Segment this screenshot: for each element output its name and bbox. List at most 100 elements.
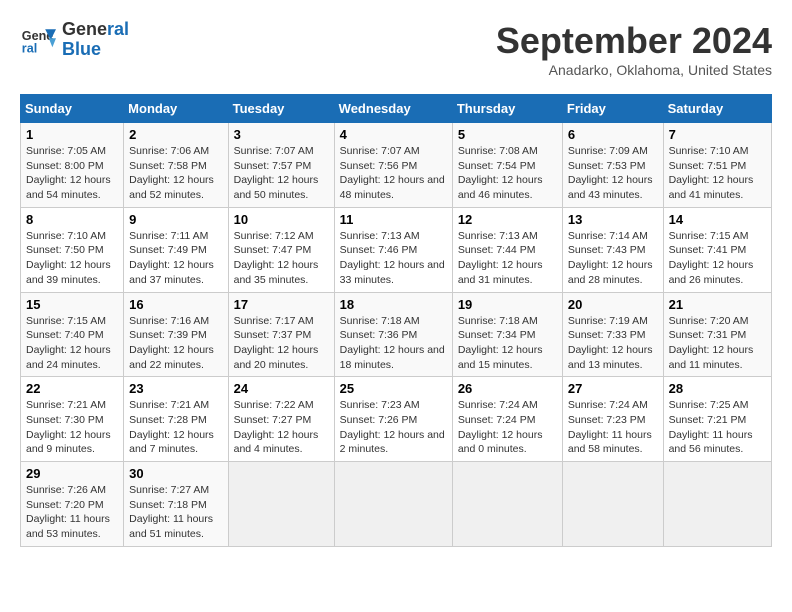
- calendar-week-row: 15 Sunrise: 7:15 AM Sunset: 7:40 PM Dayl…: [21, 292, 772, 377]
- day-number: 22: [26, 381, 118, 396]
- day-info: Sunrise: 7:18 AM Sunset: 7:36 PM Dayligh…: [340, 314, 447, 373]
- day-info: Sunrise: 7:22 AM Sunset: 7:27 PM Dayligh…: [234, 398, 329, 457]
- calendar-week-row: 8 Sunrise: 7:10 AM Sunset: 7:50 PM Dayli…: [21, 207, 772, 292]
- day-cell-18: 18 Sunrise: 7:18 AM Sunset: 7:36 PM Dayl…: [334, 292, 452, 377]
- day-cell-19: 19 Sunrise: 7:18 AM Sunset: 7:34 PM Dayl…: [452, 292, 562, 377]
- day-number: 17: [234, 297, 329, 312]
- day-number: 9: [129, 212, 222, 227]
- empty-cell: [562, 462, 663, 547]
- day-cell-24: 24 Sunrise: 7:22 AM Sunset: 7:27 PM Dayl…: [228, 377, 334, 462]
- day-info: Sunrise: 7:13 AM Sunset: 7:44 PM Dayligh…: [458, 229, 557, 288]
- day-number: 25: [340, 381, 447, 396]
- day-cell-8: 8 Sunrise: 7:10 AM Sunset: 7:50 PM Dayli…: [21, 207, 124, 292]
- day-cell-22: 22 Sunrise: 7:21 AM Sunset: 7:30 PM Dayl…: [21, 377, 124, 462]
- day-cell-1: 1 Sunrise: 7:05 AM Sunset: 8:00 PM Dayli…: [21, 123, 124, 208]
- day-number: 28: [669, 381, 766, 396]
- day-cell-17: 17 Sunrise: 7:17 AM Sunset: 7:37 PM Dayl…: [228, 292, 334, 377]
- day-info: Sunrise: 7:25 AM Sunset: 7:21 PM Dayligh…: [669, 398, 766, 457]
- col-friday: Friday: [562, 95, 663, 123]
- empty-cell: [334, 462, 452, 547]
- day-number: 23: [129, 381, 222, 396]
- page-header: Gene ral GeneralBlue September 2024 Anad…: [20, 20, 772, 78]
- day-number: 29: [26, 466, 118, 481]
- day-number: 3: [234, 127, 329, 142]
- day-number: 30: [129, 466, 222, 481]
- day-cell-29: 29 Sunrise: 7:26 AM Sunset: 7:20 PM Dayl…: [21, 462, 124, 547]
- day-cell-13: 13 Sunrise: 7:14 AM Sunset: 7:43 PM Dayl…: [562, 207, 663, 292]
- location-subtitle: Anadarko, Oklahoma, United States: [496, 62, 772, 78]
- day-number: 12: [458, 212, 557, 227]
- day-number: 27: [568, 381, 658, 396]
- day-cell-9: 9 Sunrise: 7:11 AM Sunset: 7:49 PM Dayli…: [124, 207, 228, 292]
- day-number: 21: [669, 297, 766, 312]
- col-monday: Monday: [124, 95, 228, 123]
- day-number: 7: [669, 127, 766, 142]
- day-info: Sunrise: 7:07 AM Sunset: 7:57 PM Dayligh…: [234, 144, 329, 203]
- day-info: Sunrise: 7:05 AM Sunset: 8:00 PM Dayligh…: [26, 144, 118, 203]
- day-cell-15: 15 Sunrise: 7:15 AM Sunset: 7:40 PM Dayl…: [21, 292, 124, 377]
- day-number: 13: [568, 212, 658, 227]
- month-title: September 2024: [496, 20, 772, 62]
- day-info: Sunrise: 7:27 AM Sunset: 7:18 PM Dayligh…: [129, 483, 222, 542]
- day-cell-12: 12 Sunrise: 7:13 AM Sunset: 7:44 PM Dayl…: [452, 207, 562, 292]
- day-info: Sunrise: 7:15 AM Sunset: 7:40 PM Dayligh…: [26, 314, 118, 373]
- day-cell-7: 7 Sunrise: 7:10 AM Sunset: 7:51 PM Dayli…: [663, 123, 771, 208]
- day-info: Sunrise: 7:06 AM Sunset: 7:58 PM Dayligh…: [129, 144, 222, 203]
- day-cell-28: 28 Sunrise: 7:25 AM Sunset: 7:21 PM Dayl…: [663, 377, 771, 462]
- day-number: 14: [669, 212, 766, 227]
- day-number: 15: [26, 297, 118, 312]
- day-number: 24: [234, 381, 329, 396]
- day-info: Sunrise: 7:14 AM Sunset: 7:43 PM Dayligh…: [568, 229, 658, 288]
- day-number: 4: [340, 127, 447, 142]
- day-cell-11: 11 Sunrise: 7:13 AM Sunset: 7:46 PM Dayl…: [334, 207, 452, 292]
- day-number: 11: [340, 212, 447, 227]
- calendar-header-row: Sunday Monday Tuesday Wednesday Thursday…: [21, 95, 772, 123]
- day-info: Sunrise: 7:11 AM Sunset: 7:49 PM Dayligh…: [129, 229, 222, 288]
- calendar-week-row: 29 Sunrise: 7:26 AM Sunset: 7:20 PM Dayl…: [21, 462, 772, 547]
- day-info: Sunrise: 7:13 AM Sunset: 7:46 PM Dayligh…: [340, 229, 447, 288]
- day-number: 6: [568, 127, 658, 142]
- day-cell-25: 25 Sunrise: 7:23 AM Sunset: 7:26 PM Dayl…: [334, 377, 452, 462]
- logo-text: GeneralBlue: [62, 20, 129, 60]
- logo-icon: Gene ral: [20, 22, 56, 58]
- day-cell-4: 4 Sunrise: 7:07 AM Sunset: 7:56 PM Dayli…: [334, 123, 452, 208]
- day-info: Sunrise: 7:09 AM Sunset: 7:53 PM Dayligh…: [568, 144, 658, 203]
- day-cell-5: 5 Sunrise: 7:08 AM Sunset: 7:54 PM Dayli…: [452, 123, 562, 208]
- empty-cell: [452, 462, 562, 547]
- day-cell-26: 26 Sunrise: 7:24 AM Sunset: 7:24 PM Dayl…: [452, 377, 562, 462]
- day-info: Sunrise: 7:16 AM Sunset: 7:39 PM Dayligh…: [129, 314, 222, 373]
- col-sunday: Sunday: [21, 95, 124, 123]
- day-info: Sunrise: 7:17 AM Sunset: 7:37 PM Dayligh…: [234, 314, 329, 373]
- logo: Gene ral GeneralBlue: [20, 20, 129, 60]
- day-info: Sunrise: 7:26 AM Sunset: 7:20 PM Dayligh…: [26, 483, 118, 542]
- day-info: Sunrise: 7:10 AM Sunset: 7:51 PM Dayligh…: [669, 144, 766, 203]
- day-info: Sunrise: 7:19 AM Sunset: 7:33 PM Dayligh…: [568, 314, 658, 373]
- col-thursday: Thursday: [452, 95, 562, 123]
- day-info: Sunrise: 7:08 AM Sunset: 7:54 PM Dayligh…: [458, 144, 557, 203]
- day-number: 18: [340, 297, 447, 312]
- day-info: Sunrise: 7:21 AM Sunset: 7:30 PM Dayligh…: [26, 398, 118, 457]
- day-number: 16: [129, 297, 222, 312]
- day-cell-6: 6 Sunrise: 7:09 AM Sunset: 7:53 PM Dayli…: [562, 123, 663, 208]
- svg-text:ral: ral: [22, 41, 37, 55]
- day-info: Sunrise: 7:24 AM Sunset: 7:23 PM Dayligh…: [568, 398, 658, 457]
- col-tuesday: Tuesday: [228, 95, 334, 123]
- calendar-week-row: 22 Sunrise: 7:21 AM Sunset: 7:30 PM Dayl…: [21, 377, 772, 462]
- day-cell-20: 20 Sunrise: 7:19 AM Sunset: 7:33 PM Dayl…: [562, 292, 663, 377]
- day-cell-21: 21 Sunrise: 7:20 AM Sunset: 7:31 PM Dayl…: [663, 292, 771, 377]
- day-info: Sunrise: 7:10 AM Sunset: 7:50 PM Dayligh…: [26, 229, 118, 288]
- day-info: Sunrise: 7:15 AM Sunset: 7:41 PM Dayligh…: [669, 229, 766, 288]
- day-info: Sunrise: 7:18 AM Sunset: 7:34 PM Dayligh…: [458, 314, 557, 373]
- day-info: Sunrise: 7:24 AM Sunset: 7:24 PM Dayligh…: [458, 398, 557, 457]
- day-number: 19: [458, 297, 557, 312]
- day-number: 26: [458, 381, 557, 396]
- day-cell-30: 30 Sunrise: 7:27 AM Sunset: 7:18 PM Dayl…: [124, 462, 228, 547]
- day-info: Sunrise: 7:20 AM Sunset: 7:31 PM Dayligh…: [669, 314, 766, 373]
- day-info: Sunrise: 7:12 AM Sunset: 7:47 PM Dayligh…: [234, 229, 329, 288]
- calendar-week-row: 1 Sunrise: 7:05 AM Sunset: 8:00 PM Dayli…: [21, 123, 772, 208]
- empty-cell: [663, 462, 771, 547]
- day-cell-23: 23 Sunrise: 7:21 AM Sunset: 7:28 PM Dayl…: [124, 377, 228, 462]
- day-cell-3: 3 Sunrise: 7:07 AM Sunset: 7:57 PM Dayli…: [228, 123, 334, 208]
- day-cell-2: 2 Sunrise: 7:06 AM Sunset: 7:58 PM Dayli…: [124, 123, 228, 208]
- calendar-body: 1 Sunrise: 7:05 AM Sunset: 8:00 PM Dayli…: [21, 123, 772, 547]
